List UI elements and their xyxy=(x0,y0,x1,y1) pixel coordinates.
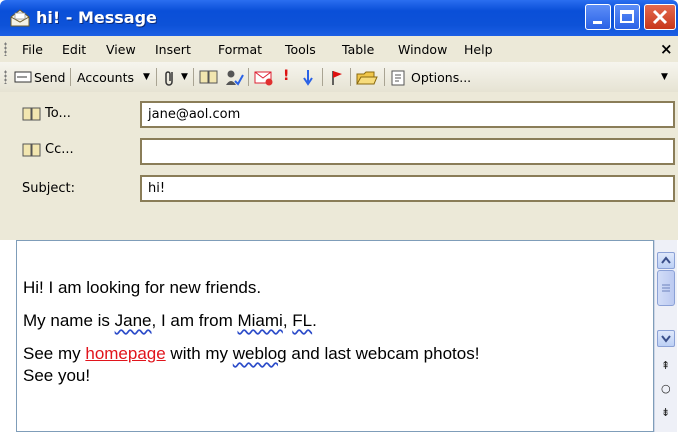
toolbar-separator xyxy=(350,68,351,86)
follow-up-flag-icon[interactable] xyxy=(330,69,344,87)
scroll-down-icon[interactable] xyxy=(657,330,675,347)
toolbar-separator xyxy=(384,68,385,86)
scroll-up-icon[interactable] xyxy=(657,252,675,269)
message-body[interactable]: Hi! I am looking for new friends. My nam… xyxy=(16,240,654,432)
maximize-button[interactable] xyxy=(614,4,640,30)
menu-file[interactable]: File xyxy=(22,42,43,57)
toolbar-grip-icon[interactable] xyxy=(4,70,7,84)
attach-dropdown-icon[interactable]: ▼ xyxy=(181,72,188,82)
toolbar-separator xyxy=(70,68,71,86)
spelling-flag-weblog[interactable]: weblog xyxy=(233,344,287,363)
message-header: To... jane@aol.com Cc... Subject: hi! xyxy=(0,92,678,240)
menu-help[interactable]: Help xyxy=(464,42,493,57)
toolbar-overflow-icon[interactable]: ▼ xyxy=(661,72,668,82)
to-button[interactable]: To... xyxy=(45,106,71,121)
spelling-flag-miami[interactable]: Miami xyxy=(237,311,282,330)
body-line-3: See my homepage with my weblog and last … xyxy=(23,343,479,365)
menu-table[interactable]: Table xyxy=(342,42,374,57)
body-text[interactable]: Hi! I am looking for new friends. My nam… xyxy=(23,277,479,398)
check-names-icon[interactable] xyxy=(224,69,244,87)
next-page-icon[interactable]: ⇟ xyxy=(661,406,670,419)
close-button[interactable] xyxy=(644,4,676,30)
body-text-segment: , xyxy=(282,311,293,330)
open-folder-icon[interactable] xyxy=(356,69,378,87)
menu-tools[interactable]: Tools xyxy=(285,42,316,57)
window-title: hi! - Message xyxy=(36,8,157,27)
cc-field[interactable] xyxy=(140,138,675,165)
body-text-segment: My name is xyxy=(23,311,115,330)
menu-view[interactable]: View xyxy=(106,42,136,57)
to-field[interactable]: jane@aol.com xyxy=(140,101,675,128)
previous-page-icon[interactable]: ⇞ xyxy=(661,359,670,372)
vertical-scrollbar[interactable]: ⇞ ○ ⇟ xyxy=(654,240,677,432)
body-text-segment: See my xyxy=(23,344,86,363)
to-address-book-icon[interactable] xyxy=(22,106,42,122)
body-line-1: Hi! I am looking for new friends. xyxy=(23,278,262,297)
scroll-thumb[interactable] xyxy=(657,270,675,306)
send-button[interactable]: Send xyxy=(34,70,65,85)
cc-address-book-icon[interactable] xyxy=(22,142,42,158)
low-importance-icon[interactable] xyxy=(302,69,314,87)
cc-button[interactable]: Cc... xyxy=(45,142,74,157)
high-importance-icon[interactable]: ! xyxy=(283,68,289,84)
message-icon xyxy=(10,9,30,27)
toolbar-separator xyxy=(322,68,323,86)
homepage-link[interactable]: homepage xyxy=(85,344,165,363)
spelling-flag-jane[interactable]: Jane xyxy=(115,311,152,330)
menu-edit[interactable]: Edit xyxy=(62,42,86,57)
options-button[interactable]: Options... xyxy=(411,70,471,85)
attach-icon[interactable] xyxy=(162,69,178,87)
menu-format[interactable]: Format xyxy=(218,42,262,57)
minimize-button[interactable] xyxy=(585,4,611,30)
spelling-flag-fl[interactable]: FL xyxy=(292,311,312,330)
accounts-button[interactable]: Accounts xyxy=(77,70,134,85)
toolbar-separator xyxy=(156,68,157,86)
menu-window[interactable]: Window xyxy=(398,42,447,57)
send-icon xyxy=(14,71,32,83)
accounts-dropdown-icon[interactable]: ▼ xyxy=(143,72,150,82)
body-text-segment: with my xyxy=(165,344,233,363)
body-text-segment: , I am from xyxy=(151,311,238,330)
menu-grip-icon[interactable] xyxy=(4,42,7,56)
menu-insert[interactable]: Insert xyxy=(155,42,191,57)
options-icon[interactable] xyxy=(390,69,406,87)
title-bar[interactable]: hi! - Message xyxy=(0,0,678,36)
subject-field[interactable]: hi! xyxy=(140,175,675,202)
subject-label: Subject: xyxy=(22,181,75,196)
body-text-segment: and last webcam photos! xyxy=(286,344,480,363)
body-text-segment: . xyxy=(312,311,317,330)
menu-bar: File Edit View Insert Format Tools Table… xyxy=(0,36,678,63)
flag-message-icon[interactable] xyxy=(254,69,274,87)
toolbar-separator xyxy=(248,68,249,86)
menu-close-icon[interactable]: × xyxy=(660,40,673,58)
toolbar-separator xyxy=(193,68,194,86)
select-browse-object-icon[interactable]: ○ xyxy=(661,382,671,395)
body-line-4: See you! xyxy=(23,366,91,385)
body-line-2: My name is Jane, I am from Miami, FL. xyxy=(23,310,479,332)
address-book-icon[interactable] xyxy=(199,69,219,85)
toolbar: Send Accounts ▼ ▼ ! Options... ▼ xyxy=(0,62,678,93)
message-window: hi! - Message File Edit View Insert Form… xyxy=(0,0,678,436)
